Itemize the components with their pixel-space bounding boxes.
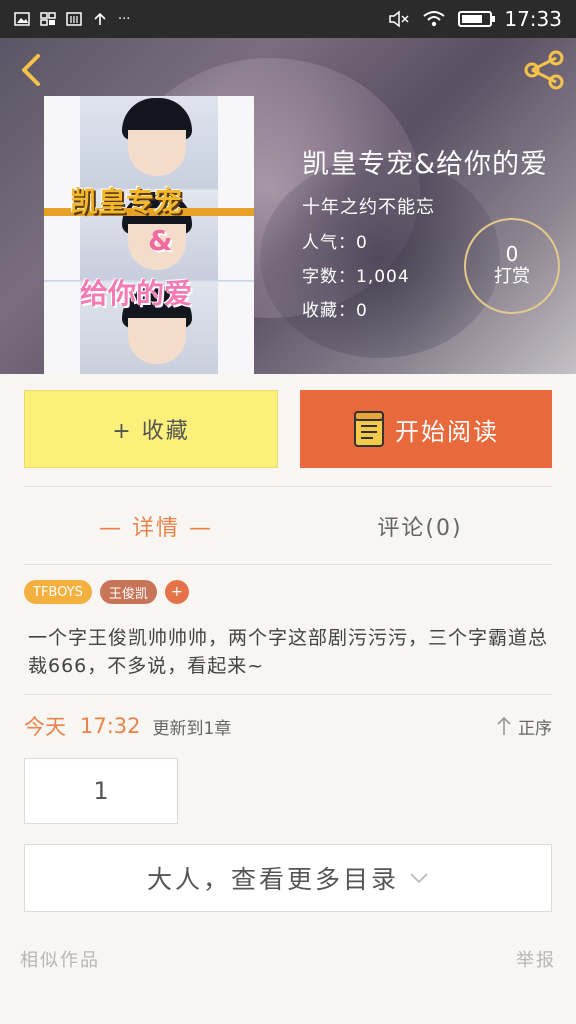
cover-title-line2: 给你的爱 xyxy=(80,277,193,310)
status-bar: ··· 17:33 xyxy=(0,0,576,38)
upload-arrow-icon xyxy=(94,12,106,25)
update-info: 今天 17:32 更新到1章 正序 xyxy=(24,708,552,744)
update-text: 更新到1章 xyxy=(152,718,232,739)
status-left-icons: ··· xyxy=(14,12,130,27)
book-title: 凯皇专宠&给你的爱 xyxy=(302,149,549,180)
more-catalog-button[interactable]: 大人，查看更多目录 xyxy=(24,844,552,912)
tip-label: 打赏 xyxy=(494,266,530,287)
book-hero: 凯皇专宠 & 给你的爱 凯皇专宠&给你的爱 十年之约不能忘 人气：0 字数：1,… xyxy=(0,38,576,374)
read-label: 开始阅读 xyxy=(395,417,499,446)
divider xyxy=(24,486,552,487)
battery-icon xyxy=(458,11,496,27)
divider xyxy=(24,564,552,565)
status-right-icons: 17:33 xyxy=(388,7,562,31)
report-link[interactable]: 举报 xyxy=(516,946,556,972)
collect-label: + 收藏 xyxy=(112,419,190,444)
sort-order-button[interactable]: 正序 xyxy=(496,714,552,739)
update-time: 17:32 xyxy=(80,714,141,738)
book-icon xyxy=(354,411,384,447)
update-day: 今天 xyxy=(24,715,66,739)
tip-button[interactable]: 0 打赏 xyxy=(464,218,560,314)
image-icon xyxy=(14,12,30,26)
chapter-number: 1 xyxy=(93,777,109,805)
status-time: 17:33 xyxy=(504,7,562,31)
wifi-icon xyxy=(423,11,445,27)
chevron-left-icon[interactable] xyxy=(14,52,50,88)
grid-icon xyxy=(40,12,56,26)
tag-wangjunkai[interactable]: 王俊凯 xyxy=(99,580,157,604)
cover-title-line1: 凯皇专宠 xyxy=(70,185,183,218)
more-catalog-label: 大人，查看更多目录 xyxy=(146,865,399,894)
book-description: 一个字王俊凯帅帅帅，两个字这部剧污污污，三个字霸道总裁666，不多说，看起来~ xyxy=(28,627,549,677)
tab-comments[interactable]: 评论(0) xyxy=(288,488,552,564)
tag-tfboys[interactable]: TFBOYS xyxy=(24,580,92,604)
arrow-up-icon xyxy=(497,716,511,735)
sort-label: 正序 xyxy=(518,718,552,739)
battery-fill xyxy=(462,15,482,23)
share-icon[interactable] xyxy=(522,50,566,90)
detail-tabs: — 详情 — 评论(0) xyxy=(24,488,552,564)
divider xyxy=(24,694,552,695)
book-cover[interactable]: 凯皇专宠 & 给你的爱 xyxy=(44,96,254,374)
similar-works-label: 相似作品 xyxy=(20,950,100,971)
chapter-item[interactable]: 1 xyxy=(24,758,178,824)
tip-count: 0 xyxy=(505,242,519,266)
add-tag-button[interactable]: + xyxy=(164,580,189,604)
cover-ampersand: & xyxy=(148,224,173,257)
book-subtitle: 十年之约不能忘 xyxy=(302,197,435,218)
app-icon xyxy=(66,12,82,26)
mute-icon xyxy=(389,10,409,28)
chevron-down-icon xyxy=(410,873,428,884)
more-dots-icon: ··· xyxy=(118,11,131,27)
start-reading-button[interactable]: 开始阅读 xyxy=(300,390,552,468)
tab-details[interactable]: — 详情 — xyxy=(24,488,288,564)
tag-list: TFBOYS 王俊凯 + xyxy=(24,580,189,604)
collect-button[interactable]: + 收藏 xyxy=(24,390,278,468)
